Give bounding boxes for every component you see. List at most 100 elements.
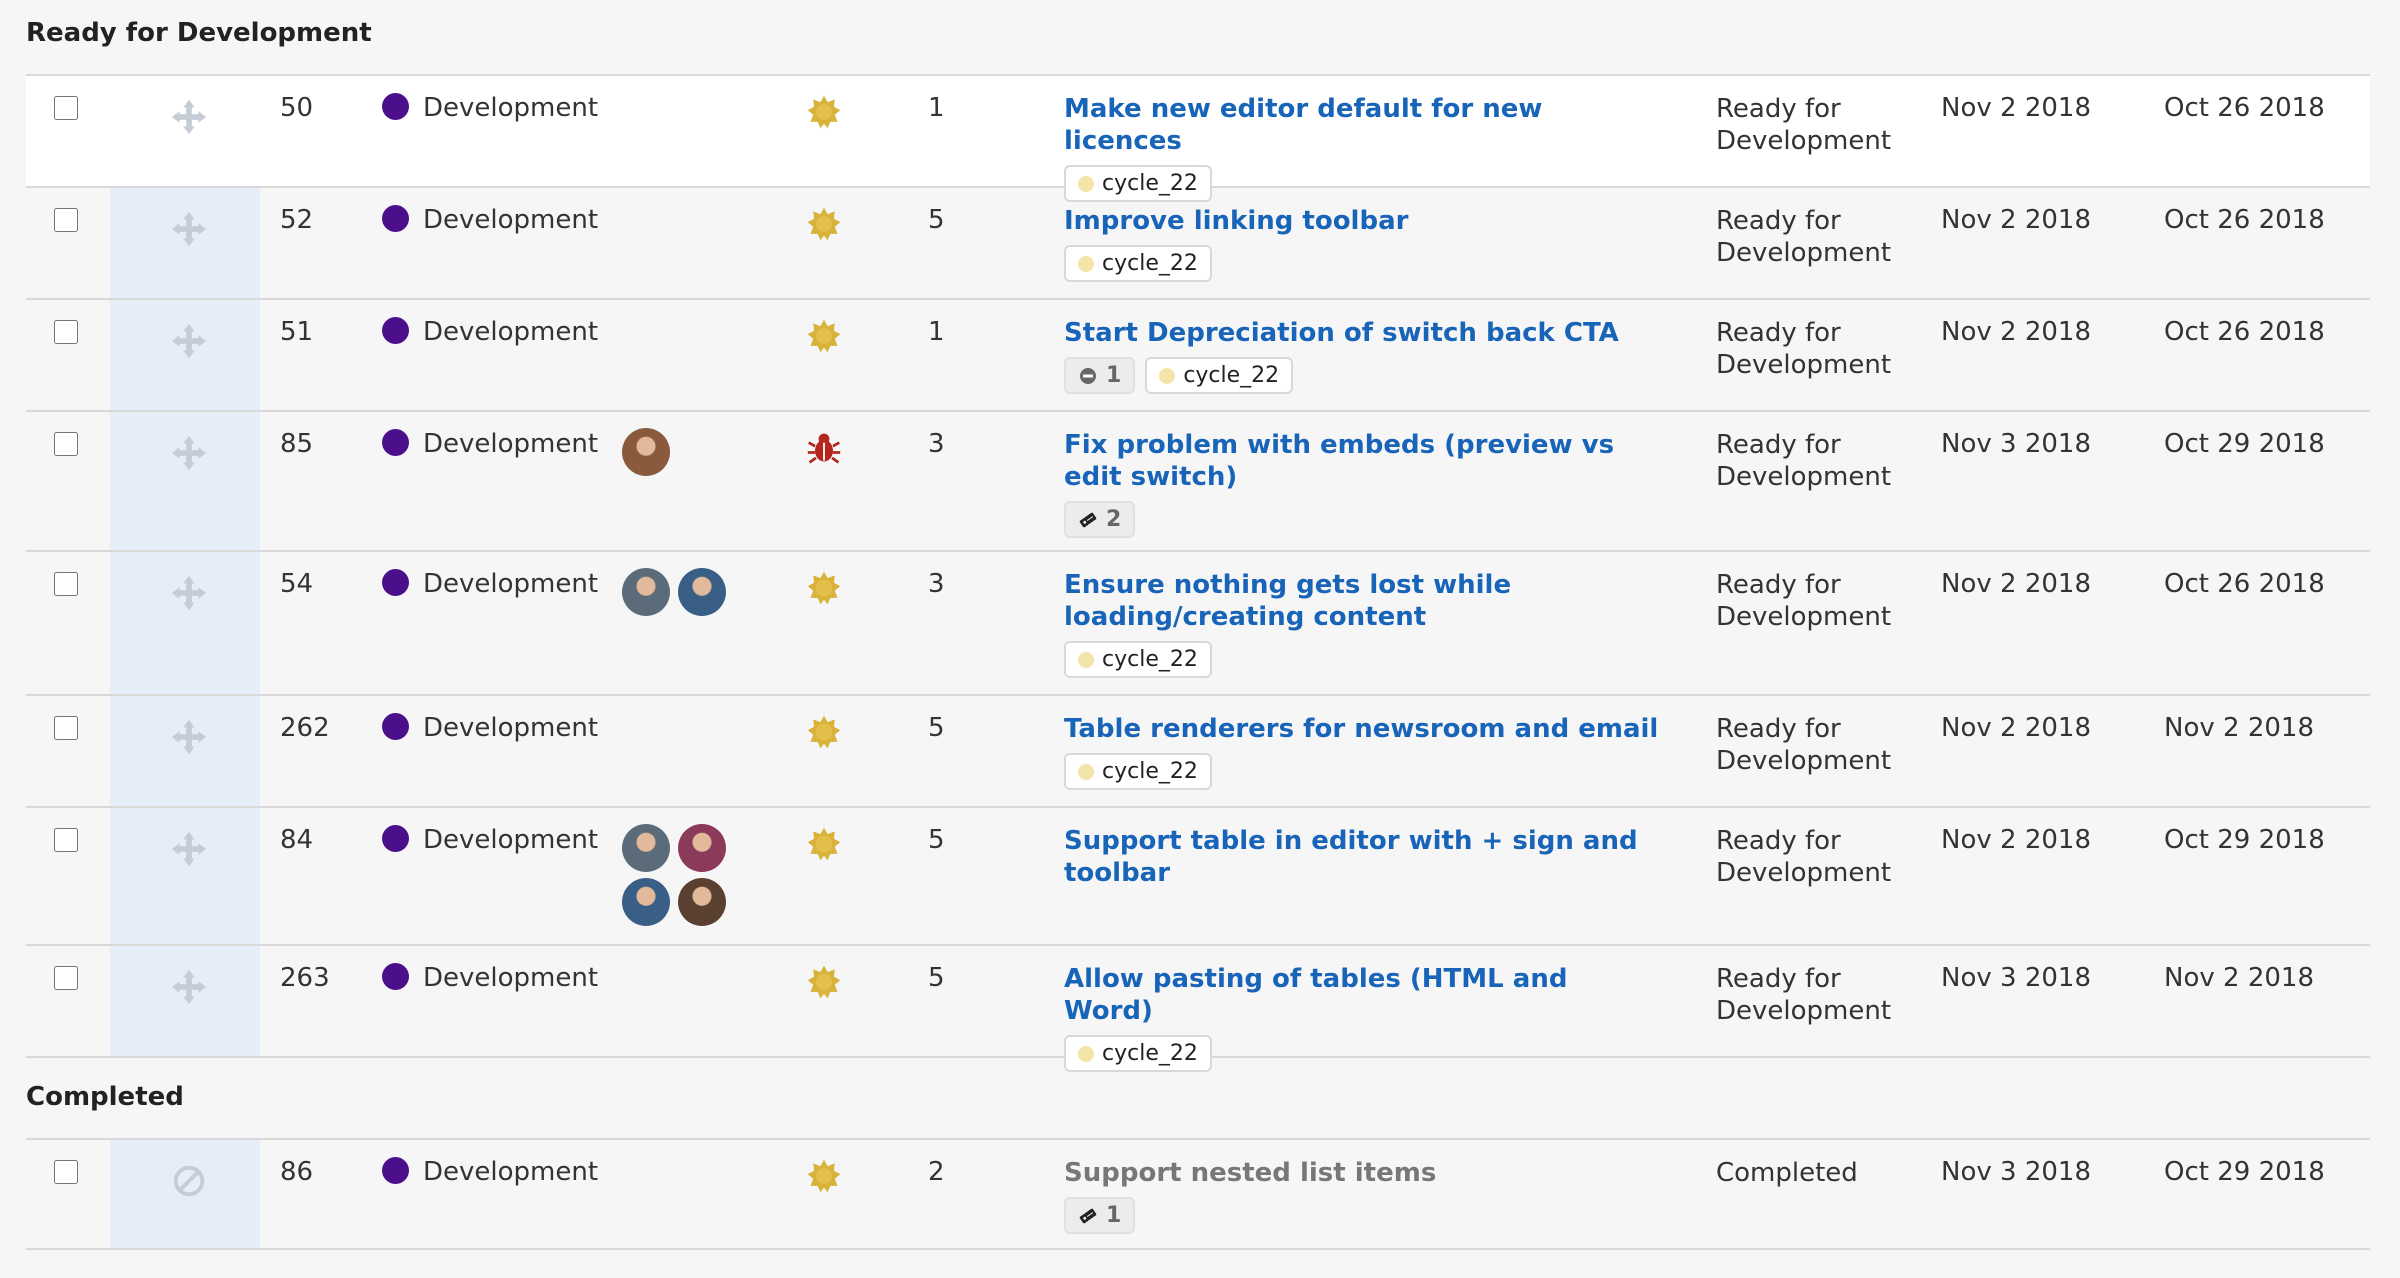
sun-badge-icon <box>806 318 842 354</box>
issue-number: 84 <box>280 825 314 855</box>
due-date: Nov 2 2018 <box>1941 205 2091 235</box>
issue-title-link[interactable]: Support table in editor with + sign and … <box>1064 825 1664 889</box>
avatar[interactable] <box>622 878 670 926</box>
issue-type-label: Development <box>423 93 599 123</box>
issue-title-cell: Ensure nothing gets lost while loading/c… <box>1064 569 1664 678</box>
issue-chips: cycle_22 <box>1064 245 1664 282</box>
issue-status: Ready for Development <box>1716 826 1892 888</box>
blocked-count-chip[interactable]: 1 <box>1064 357 1136 394</box>
row-checkbox-cell <box>54 716 78 740</box>
issue-status: Ready for Development <box>1716 206 1892 268</box>
created-date: Oct 26 2018 <box>2164 205 2325 235</box>
avatar[interactable] <box>678 824 726 872</box>
issue-status: Ready for Development <box>1716 430 1892 492</box>
story-points: 5 <box>928 825 945 855</box>
row-checkbox[interactable] <box>54 432 78 456</box>
table-row: 263 Development 5 Allow pasting of tables (… <box>26 946 2370 1072</box>
drag-handle-cell <box>110 300 260 410</box>
issue-type: Development <box>382 963 598 993</box>
row-checkbox[interactable] <box>54 966 78 990</box>
issue-title-link[interactable]: Support nested list items <box>1064 1157 1664 1189</box>
issue-title-link[interactable]: Ensure nothing gets lost while loading/c… <box>1064 569 1664 633</box>
table-row: 50 Development 1 Make new editor default fo… <box>26 76 2370 202</box>
chip-text: 1 <box>1106 363 1122 388</box>
drag-handle-cell <box>110 1140 260 1248</box>
issue-title-link[interactable]: Improve linking toolbar <box>1064 205 1664 237</box>
due-date: Nov 3 2018 <box>1941 1157 2091 1187</box>
avatar[interactable] <box>678 568 726 616</box>
chip-text: cycle_22 <box>1102 251 1198 276</box>
sun-badge-icon <box>806 1158 842 1194</box>
row-checkbox[interactable] <box>54 828 78 852</box>
issue-type-label: Development <box>423 713 599 743</box>
avatar[interactable] <box>622 824 670 872</box>
issue-type: Development <box>382 205 598 235</box>
row-checkbox[interactable] <box>54 572 78 596</box>
label-chip[interactable]: cycle_22 <box>1064 641 1212 678</box>
group-title-ready: Ready for Development <box>26 18 372 48</box>
type-color-dot <box>382 205 409 232</box>
type-color-dot <box>382 1157 409 1184</box>
due-date: Nov 3 2018 <box>1941 963 2091 993</box>
row-checkbox-cell <box>54 572 78 596</box>
created-date: Oct 29 2018 <box>2164 1157 2325 1187</box>
chip-text: cycle_22 <box>1102 759 1198 784</box>
move-handle-icon[interactable] <box>170 830 208 868</box>
move-handle-icon[interactable] <box>170 968 208 1006</box>
issue-title-link[interactable]: Make new editor default for new licences <box>1064 93 1664 157</box>
row-checkbox[interactable] <box>54 96 78 120</box>
label-chip[interactable]: cycle_22 <box>1064 1035 1212 1072</box>
issue-title-link[interactable]: Fix problem with embeds (preview vs edit… <box>1064 429 1664 493</box>
chip-text: cycle_22 <box>1102 647 1198 672</box>
due-date: Nov 2 2018 <box>1941 825 2091 855</box>
issue-number: 51 <box>280 317 314 347</box>
type-color-dot <box>382 963 409 990</box>
move-handle-icon[interactable] <box>170 98 208 136</box>
move-handle-icon[interactable] <box>170 574 208 612</box>
due-date: Nov 2 2018 <box>1941 93 2091 123</box>
issue-title-cell: Table renderers for newsroom and email cy… <box>1064 713 1664 790</box>
issue-type-label: Development <box>423 569 599 599</box>
row-checkbox-cell <box>54 320 78 344</box>
row-checkbox[interactable] <box>54 208 78 232</box>
row-checkbox[interactable] <box>54 716 78 740</box>
issue-number: 263 <box>280 963 330 993</box>
assignee-avatars <box>622 428 742 482</box>
issue-title-link[interactable]: Allow pasting of tables (HTML and Word) <box>1064 963 1664 1027</box>
avatar[interactable] <box>622 568 670 616</box>
not-allowed-icon <box>170 1162 208 1200</box>
issue-chips: 1 <box>1064 1197 1664 1234</box>
sun-badge-icon <box>806 570 842 606</box>
story-points: 1 <box>928 317 945 347</box>
move-handle-icon[interactable] <box>170 718 208 756</box>
task-count-chip[interactable]: 2 <box>1064 501 1136 538</box>
issue-title-cell: Fix problem with embeds (preview vs edit… <box>1064 429 1664 538</box>
chip-text: cycle_22 <box>1183 363 1280 388</box>
issue-type-label: Development <box>423 825 599 855</box>
move-handle-icon[interactable] <box>170 210 208 248</box>
issue-title-cell: Support nested list items 1 <box>1064 1157 1664 1234</box>
sun-badge-icon <box>806 94 842 130</box>
minus-circle-icon <box>1078 366 1098 386</box>
type-color-dot <box>382 569 409 596</box>
avatar[interactable] <box>678 878 726 926</box>
label-chip[interactable]: cycle_22 <box>1064 245 1212 282</box>
due-date: Nov 2 2018 <box>1941 713 2091 743</box>
label-chip[interactable]: cycle_22 <box>1145 357 1294 394</box>
issue-title-link[interactable]: Start Depreciation of switch back CTA <box>1064 317 1664 349</box>
created-date: Oct 26 2018 <box>2164 93 2325 123</box>
row-checkbox[interactable] <box>54 1160 78 1184</box>
label-chip[interactable]: cycle_22 <box>1064 753 1212 790</box>
created-date: Oct 26 2018 <box>2164 317 2325 347</box>
move-handle-icon[interactable] <box>170 434 208 472</box>
issue-title-link[interactable]: Table renderers for newsroom and email <box>1064 713 1664 745</box>
move-handle-icon[interactable] <box>170 322 208 360</box>
issue-chips: 1 cycle_22 <box>1064 357 1664 394</box>
row-checkbox[interactable] <box>54 320 78 344</box>
tasks-icon <box>1078 1206 1098 1226</box>
avatar[interactable] <box>622 428 670 476</box>
issue-status: Ready for Development <box>1716 318 1892 380</box>
story-points: 5 <box>928 963 945 993</box>
task-count-chip[interactable]: 1 <box>1064 1197 1136 1234</box>
created-date: Nov 2 2018 <box>2164 713 2314 743</box>
